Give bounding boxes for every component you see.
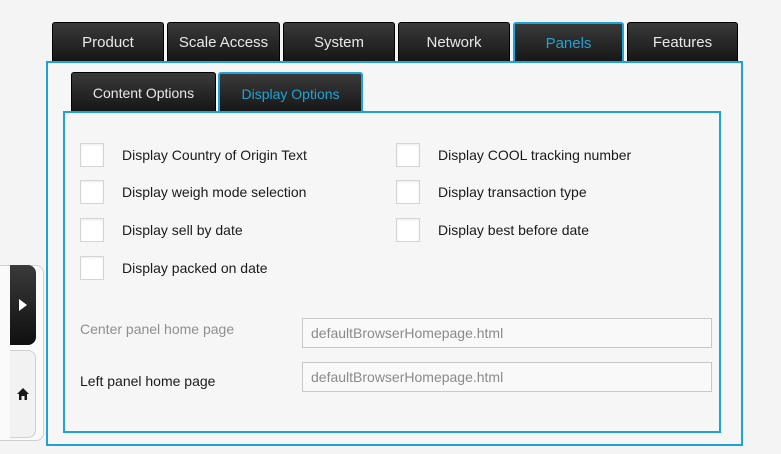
center-home-input[interactable] [302,318,712,348]
tab-features-label: Features [652,34,713,51]
option-country-of-origin[interactable]: Display Country of Origin Text [80,143,307,167]
sell-by-date-label: Display sell by date [122,222,243,238]
country-of-origin-checkbox[interactable] [80,143,104,167]
option-sell-by-date[interactable]: Display sell by date [80,218,243,242]
weigh-mode-checkbox[interactable] [80,180,104,204]
weigh-mode-label: Display weigh mode selection [122,184,307,200]
tab-scale-access-label: Scale Access [178,34,269,51]
tab-content-options[interactable]: Content Options [71,72,216,112]
left-home-input[interactable] [302,362,712,392]
option-weigh-mode[interactable]: Display weigh mode selection [80,180,306,204]
best-before-checkbox[interactable] [396,218,420,242]
option-packed-on-date[interactable]: Display packed on date [80,256,268,280]
cool-tracking-label: Display COOL tracking number [438,147,632,163]
transaction-type-label: Display transaction type [438,184,587,200]
tab-panels-label: Panels [545,35,592,52]
tab-system-label: System [313,34,364,51]
tab-content-options-label: Content Options [92,84,195,101]
packed-on-date-label: Display packed on date [122,260,268,276]
tab-features[interactable]: Features [627,22,738,62]
left-home-label: Left panel home page [80,373,216,389]
expand-drawer-button[interactable] [10,265,36,345]
option-cool-tracking[interactable]: Display COOL tracking number [396,143,631,167]
tab-scale-access[interactable]: Scale Access [167,22,280,62]
tab-display-options-label: Display Options [241,85,340,102]
tab-product[interactable]: Product [52,22,164,62]
sell-by-date-checkbox[interactable] [80,218,104,242]
transaction-type-checkbox[interactable] [396,180,420,204]
center-home-label: Center panel home page [80,321,235,337]
home-icon [16,388,29,400]
cool-tracking-checkbox[interactable] [396,143,420,167]
country-of-origin-label: Display Country of Origin Text [122,147,307,163]
tab-product-label: Product [82,34,134,51]
tab-display-options[interactable]: Display Options [218,72,363,113]
best-before-label: Display best before date [438,222,589,238]
home-button[interactable] [10,350,36,438]
option-best-before[interactable]: Display best before date [396,218,589,242]
top-tab-bar: Product Scale Access System Network Pane… [52,22,738,63]
tab-network[interactable]: Network [398,22,510,62]
tab-panels[interactable]: Panels [513,22,624,63]
tab-system[interactable]: System [283,22,395,62]
option-transaction-type[interactable]: Display transaction type [396,180,587,204]
packed-on-date-checkbox[interactable] [80,256,104,280]
tab-network-label: Network [426,34,482,51]
chevron-right-icon [19,299,27,311]
